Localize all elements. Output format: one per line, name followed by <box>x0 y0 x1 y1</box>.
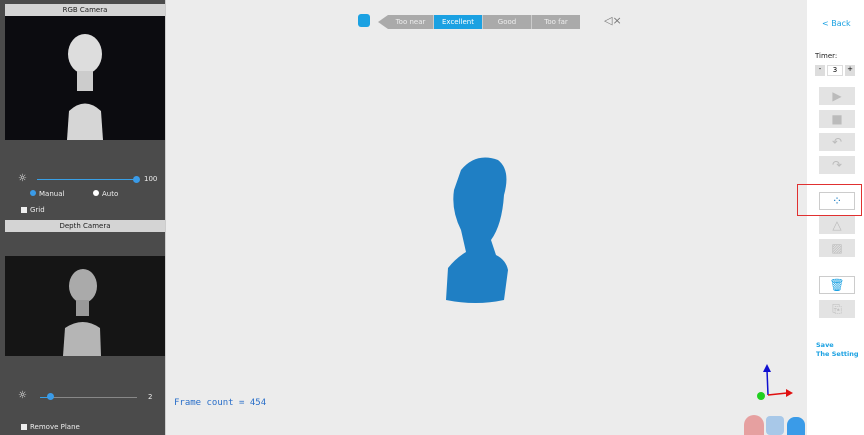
add-texture-button[interactable]: ▨ <box>819 239 855 257</box>
depth-brightness-icon: ☼ <box>18 390 27 401</box>
scanned-mesh[interactable] <box>436 150 526 310</box>
play-button[interactable]: ▶ <box>819 87 855 105</box>
mode-manual-radio[interactable]: Manual <box>30 190 64 198</box>
distance-indicator: Too near Excellent Good Too far <box>378 15 580 29</box>
distance-too-near: Too near <box>388 15 434 29</box>
brightness-icon: ☼ <box>18 173 27 184</box>
distance-excellent: Excellent <box>434 15 483 29</box>
mute-icon[interactable]: ◁× <box>604 14 622 27</box>
timer-minus-button[interactable]: - <box>815 65 825 76</box>
rgb-camera-feed <box>5 16 165 140</box>
save-setting-link[interactable]: Save The Setting <box>816 341 859 359</box>
delete-button[interactable]: 🗑 <box>819 276 855 294</box>
distance-good: Good <box>483 15 532 29</box>
3d-viewport[interactable]: Too near Excellent Good Too far ◁× Frame… <box>166 0 807 435</box>
mesh-button[interactable]: △ <box>819 216 855 234</box>
camera-panel: RGB Camera ☼ 100 Manual Auto Grid Depth … <box>0 0 166 435</box>
frame-count: Frame count = 454 <box>174 398 267 408</box>
axis-gizmo <box>757 364 793 400</box>
grid-checkbox[interactable]: Grid <box>21 206 45 214</box>
mode-auto-radio[interactable]: Auto <box>93 190 118 198</box>
timer-stepper: - 3 + <box>815 65 855 76</box>
depth-slider-handle[interactable] <box>47 393 54 400</box>
view-icon-3[interactable] <box>787 417 805 435</box>
depth-camera-feed <box>5 256 165 356</box>
depth-camera-header: Depth Camera <box>5 220 165 232</box>
rgb-brightness-value: 100 <box>144 175 158 183</box>
distance-too-far: Too far <box>532 15 580 29</box>
redo-button[interactable]: ↷ <box>819 156 855 174</box>
timer-input[interactable]: 3 <box>827 65 843 76</box>
rgb-brightness-handle[interactable] <box>133 176 140 183</box>
rgb-bust-image <box>67 34 103 140</box>
cube-icon <box>358 14 370 27</box>
timer-plus-button[interactable]: + <box>845 65 855 76</box>
point-cloud-button[interactable]: ⁘ <box>819 192 855 210</box>
depth-value: 2 <box>148 393 153 401</box>
back-link[interactable]: < Back <box>822 19 851 28</box>
undo-button[interactable]: ↶ <box>819 133 855 151</box>
export-button[interactable]: ⎘ <box>819 300 855 318</box>
timer-label: Timer: <box>815 52 838 60</box>
tool-panel: < Back Timer: - 3 + ▶ ■ ↶ ↷ ⁘ △ ▨ 🗑 ⎘ Sa… <box>797 0 864 435</box>
depth-bust-image <box>63 269 101 356</box>
view-icon-2[interactable] <box>766 416 784 435</box>
rgb-brightness-slider[interactable] <box>37 179 137 180</box>
depth-slider[interactable] <box>40 397 137 398</box>
rgb-camera-header: RGB Camera <box>5 4 165 16</box>
view-icon-1[interactable] <box>744 415 764 435</box>
stop-button[interactable]: ■ <box>819 110 855 128</box>
remove-plane-checkbox[interactable]: Remove Plane <box>21 423 80 431</box>
